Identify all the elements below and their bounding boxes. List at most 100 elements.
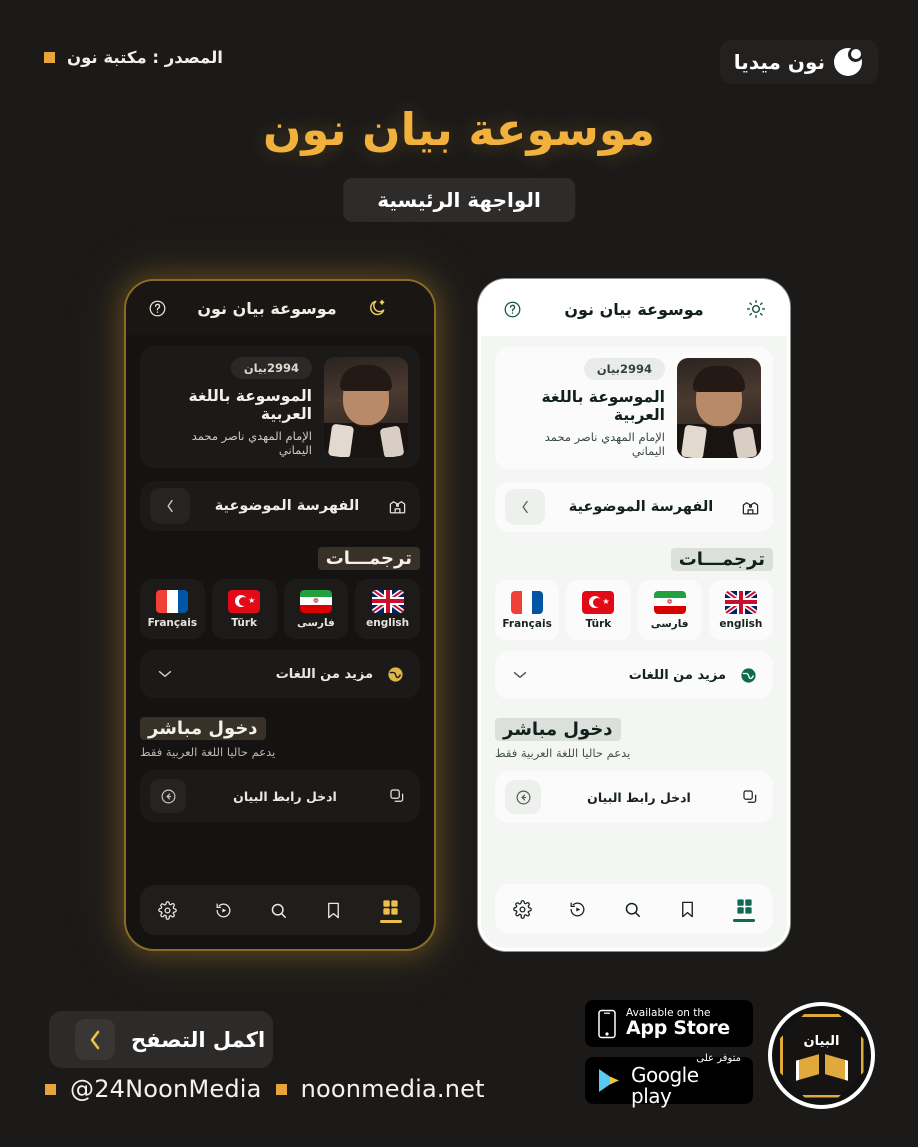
index-row[interactable]: الفهرسة الموضوعية: [140, 481, 420, 531]
direct-entry-link-row[interactable]: ادخل رابط البيان: [140, 770, 420, 822]
nav-item-history[interactable]: [568, 900, 587, 919]
status-badge: 2994بيان: [230, 357, 312, 379]
bayan-logo-text: البيان: [803, 1034, 840, 1049]
direct-entry-heading-wrap: دخول مباشر: [495, 718, 773, 741]
nav-item-settings[interactable]: [158, 900, 178, 920]
status-badge: 2994بيان: [583, 358, 665, 380]
profile-subtitle: الإمام المهدي ناصر محمد اليماني: [544, 430, 665, 458]
language-tile-french[interactable]: Français: [140, 579, 205, 639]
moon-logo-icon: [834, 47, 863, 76]
source-label-text: المصدر : مكتبة نون: [67, 48, 223, 67]
brand-name: نون ميديا: [733, 50, 825, 74]
language-name: Français: [502, 617, 552, 630]
chevron-left-icon[interactable]: [75, 1019, 115, 1060]
nav-item-search[interactable]: [269, 901, 288, 920]
question-mark-circle-icon[interactable]: [499, 296, 525, 322]
website-url[interactable]: noonmedia.net: [301, 1075, 485, 1103]
bullet-square-icon: [45, 1083, 56, 1095]
nav-item-grid[interactable]: [379, 898, 402, 923]
index-row-label: الفهرسة الموضوعية: [214, 498, 360, 514]
bayan-circle-logo: البيان: [768, 1002, 875, 1109]
language-tile-french[interactable]: Français: [495, 580, 560, 640]
app-body-dark: 2994بيان الموسوعة باللغة العربية الإمام …: [126, 346, 434, 822]
nav-item-search[interactable]: [623, 900, 642, 919]
language-name: Türk: [231, 616, 258, 629]
flag-uk-icon: [724, 590, 757, 614]
nav-item-grid[interactable]: [733, 897, 755, 922]
index-row-chevron[interactable]: [150, 488, 190, 524]
app-title-light: موسوعة بيان نون: [564, 299, 704, 319]
language-name: فارسى: [650, 617, 689, 630]
flag-iran-icon: ❁: [653, 590, 686, 614]
more-languages-label: مزيد من اللغات: [628, 667, 726, 683]
index-row-label: الفهرسة الموضوعية: [568, 499, 714, 515]
nav-item-settings[interactable]: [513, 899, 532, 919]
question-mark-circle-icon[interactable]: [144, 295, 170, 321]
googleplay-line2: Google play: [631, 1062, 699, 1108]
avatar: [677, 358, 761, 458]
language-tile-uk[interactable]: english: [708, 580, 773, 640]
app-header-light: موسوعة بيان نون: [481, 282, 787, 336]
chevron-down-icon[interactable]: [152, 661, 178, 687]
language-tile-uk[interactable]: english: [355, 579, 420, 639]
flag-france-icon: [511, 590, 544, 614]
more-languages-row[interactable]: مزيد من اللغات: [140, 650, 420, 698]
sun-icon[interactable]: [743, 296, 769, 322]
nav-item-history[interactable]: [214, 901, 233, 920]
translations-heading-wrap: ترجمـــات: [140, 547, 420, 570]
moon-star-icon[interactable]: [364, 295, 390, 321]
translations-heading: ترجمـــات: [317, 547, 420, 570]
googleplay-badge[interactable]: متوفر على Google play: [585, 1054, 753, 1108]
language-tile-farsi[interactable]: ❁ فارسى: [637, 580, 702, 640]
language-tile-farsi[interactable]: ❁ فارسى: [283, 579, 349, 639]
language-name: english: [366, 616, 410, 629]
index-book-icon: [737, 494, 763, 520]
appstore-badge[interactable]: Available on the App Store: [585, 1000, 753, 1047]
translations-heading-wrap: ترجمـــات: [495, 548, 773, 571]
app-body-light: 2994بيان الموسوعة باللغة العربية الإمام …: [481, 347, 787, 823]
language-name: english: [719, 617, 763, 630]
index-row-chevron[interactable]: [505, 489, 545, 525]
arrow-left-circle-icon[interactable]: [505, 780, 541, 814]
language-tile-turkish[interactable]: ★ Türk: [566, 580, 631, 640]
profile-title: الموسوعة باللغة العربية: [188, 387, 312, 423]
copy-link-icon: [737, 784, 763, 810]
social-handle[interactable]: @24NoonMedia: [70, 1075, 262, 1103]
language-tile-turkish[interactable]: ★ Türk: [211, 579, 277, 639]
app-header-dark: موسوعة بيان نون: [126, 281, 434, 335]
open-book-icon: [795, 1051, 848, 1081]
direct-entry-link-row[interactable]: ادخل رابط البيان: [495, 771, 773, 823]
copy-link-icon: [384, 783, 410, 809]
translations-flags: english ❁ فارسى ★ Türk Français: [140, 579, 420, 639]
bullet-square-icon: [44, 52, 55, 63]
direct-entry-heading-wrap: دخول مباشر: [140, 717, 420, 740]
nav-active-indicator: [379, 919, 402, 923]
more-languages-row[interactable]: مزيد من اللغات: [495, 651, 773, 699]
bottom-nav-light: [495, 884, 773, 934]
nav-active-indicator: [733, 918, 755, 922]
language-name: Türk: [585, 617, 612, 630]
poster-root: المصدر : مكتبة نون نون ميديا موسوعة بيان…: [0, 0, 918, 1147]
profile-card[interactable]: 2994بيان الموسوعة باللغة العربية الإمام …: [140, 346, 420, 468]
language-name: Français: [147, 616, 198, 629]
nav-item-bookmarks[interactable]: [324, 901, 343, 920]
app-title-dark: موسوعة بيان نون: [197, 298, 337, 318]
more-languages-label: مزيد من اللغات: [275, 666, 373, 682]
bullet-square-icon: [275, 1083, 287, 1095]
nav-item-bookmarks[interactable]: [678, 900, 697, 919]
arrow-left-circle-icon[interactable]: [150, 779, 186, 813]
page-title: موسوعة بيان نون: [263, 103, 655, 156]
bayan-octagon: البيان: [779, 1013, 864, 1098]
globe-icon: [382, 661, 408, 687]
top-bar: المصدر : مكتبة نون نون ميديا: [0, 40, 918, 96]
chevron-down-icon[interactable]: [507, 662, 533, 688]
translations-flags: english ❁ فارسى ★ Türk Français: [495, 580, 773, 640]
phone-mockup-dark: موسوعة بيان نون 2994بيان الموسوعة باللغة: [124, 279, 436, 951]
brand-logo: نون ميديا: [719, 40, 878, 84]
bottom-nav-dark: [140, 885, 420, 935]
index-row[interactable]: الفهرسة الموضوعية: [495, 482, 773, 532]
profile-card[interactable]: 2994بيان الموسوعة باللغة العربية الإمام …: [495, 347, 773, 469]
index-book-icon: [384, 493, 410, 519]
continue-browsing-button[interactable]: اكمل التصفح: [49, 1011, 274, 1068]
profile-subtitle: الإمام المهدي ناصر محمد اليماني: [191, 429, 312, 457]
